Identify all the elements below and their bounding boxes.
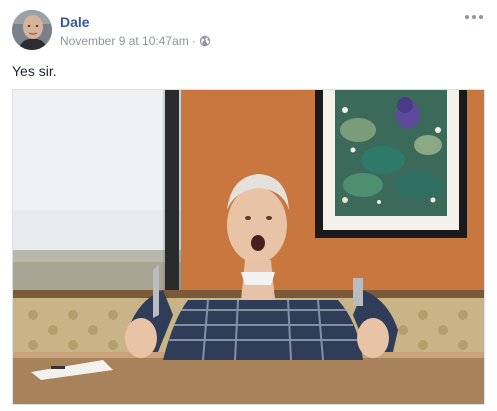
- post-meta: November 9 at 10:47am ·: [60, 33, 211, 49]
- globe-icon[interactable]: [199, 35, 211, 47]
- more-options-icon[interactable]: [463, 10, 485, 24]
- post-timestamp[interactable]: November 9 at 10:47am: [60, 34, 189, 48]
- post-photo[interactable]: [12, 89, 485, 405]
- author-avatar[interactable]: [12, 10, 52, 50]
- meta-separator: ·: [191, 34, 196, 48]
- post-card: Dale November 9 at 10:47am · Yes sir.: [0, 0, 497, 411]
- post-text: Yes sir.: [12, 63, 57, 79]
- author-name[interactable]: Dale: [60, 13, 90, 31]
- post-header: Dale November 9 at 10:47am ·: [12, 10, 485, 54]
